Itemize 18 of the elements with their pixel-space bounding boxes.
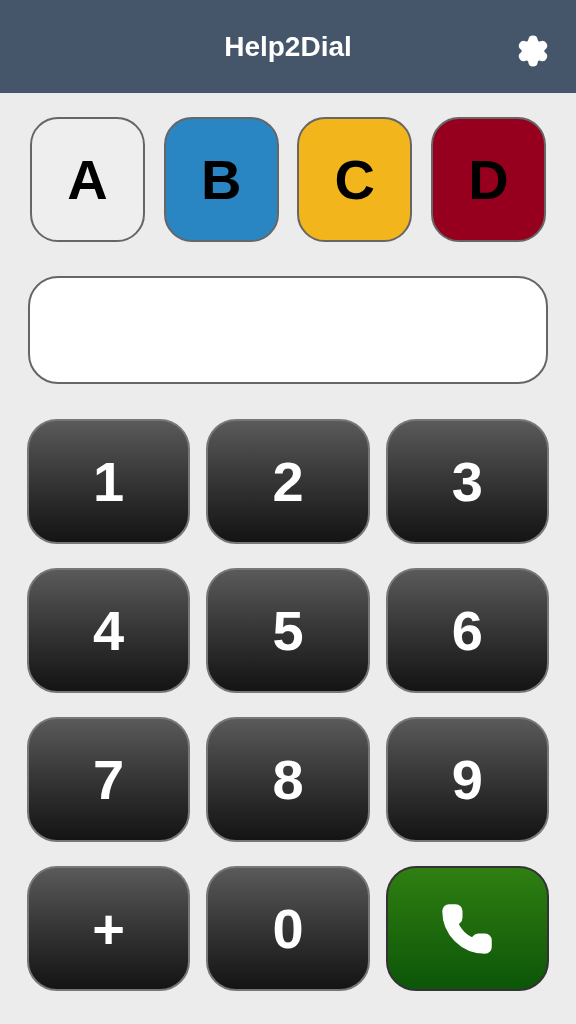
- keypad-key[interactable]: 4: [27, 568, 191, 693]
- keypad-key[interactable]: 8: [206, 717, 370, 842]
- app-title: Help2Dial: [224, 29, 352, 64]
- contact-button[interactable]: B: [163, 117, 279, 242]
- contact-button[interactable]: A: [30, 117, 145, 242]
- keypad-key[interactable]: 7: [27, 717, 191, 842]
- keypad-key[interactable]: 9: [385, 717, 549, 842]
- contact-button[interactable]: C: [297, 117, 413, 242]
- keypad-key[interactable]: 6: [385, 568, 549, 693]
- keypad-key[interactable]: +: [27, 866, 191, 991]
- phone-icon: [440, 901, 495, 956]
- call-button[interactable]: [385, 866, 549, 991]
- keypad-key[interactable]: 0: [206, 866, 370, 991]
- keypad-key[interactable]: 5: [206, 568, 370, 693]
- keypad-key[interactable]: 3: [385, 419, 549, 544]
- number-display-field[interactable]: [28, 276, 548, 384]
- keypad-key[interactable]: 2: [206, 419, 370, 544]
- keypad-key[interactable]: 1: [27, 419, 191, 544]
